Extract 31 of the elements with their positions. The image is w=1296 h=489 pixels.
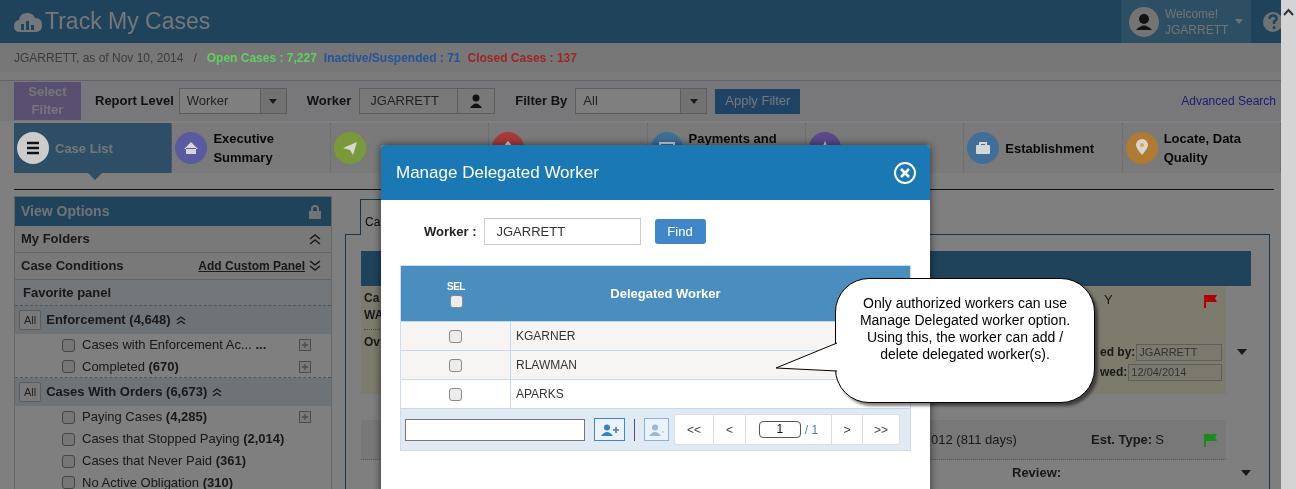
user-name: JGARRETT bbox=[1165, 21, 1229, 38]
callout-bubble: Only authorized workers can use Manage Delegated worker option. Using this, the worker can add / delete delegated worker(s). bbox=[835, 278, 1095, 403]
app-title: Track My Cases bbox=[45, 7, 211, 37]
table-cell-text: APARKS bbox=[515, 386, 564, 403]
as-of-text: JGARRETT, as of Nov 10, 2014 bbox=[14, 49, 184, 67]
table-cell-text: RLAWMAN bbox=[515, 357, 577, 374]
table-cell-text: KGARNER bbox=[515, 328, 576, 345]
modal-title: Manage Delegated Worker bbox=[396, 161, 599, 184]
favorite-panel-title: Favorite panel bbox=[23, 283, 112, 302]
tab-label: Ca bbox=[365, 215, 381, 229]
welcome-text: Welcome! bbox=[1165, 5, 1220, 22]
column-header: SEL bbox=[447, 280, 465, 294]
field-label: ed by: bbox=[1100, 344, 1136, 361]
field-label: Est. Type: bbox=[1091, 430, 1153, 449]
separator-text: / bbox=[193, 49, 197, 67]
field-label: Filter By bbox=[515, 92, 568, 111]
case-field-value: Y bbox=[1104, 291, 1113, 309]
field-label: wed: bbox=[1100, 364, 1128, 381]
case-field-label: Ov bbox=[364, 329, 380, 351]
page-total: / 1 bbox=[804, 421, 819, 439]
case-count: Open Cases : 7,227 bbox=[206, 49, 317, 67]
case-field-label: Ca bbox=[364, 290, 380, 307]
field-label: Review: bbox=[1012, 464, 1062, 483]
case-field-value: 012 (811 days) bbox=[931, 430, 1018, 449]
panel-title: View Options bbox=[21, 202, 110, 221]
field-label: Report Level bbox=[95, 92, 174, 111]
case-count: Closed Cases : 137 bbox=[467, 49, 577, 67]
field-label: Worker : bbox=[424, 222, 477, 241]
case-field-value: S bbox=[1155, 430, 1164, 449]
field-label: Worker bbox=[306, 92, 352, 111]
case-count: Inactive/Suspended : 71 bbox=[323, 49, 461, 67]
